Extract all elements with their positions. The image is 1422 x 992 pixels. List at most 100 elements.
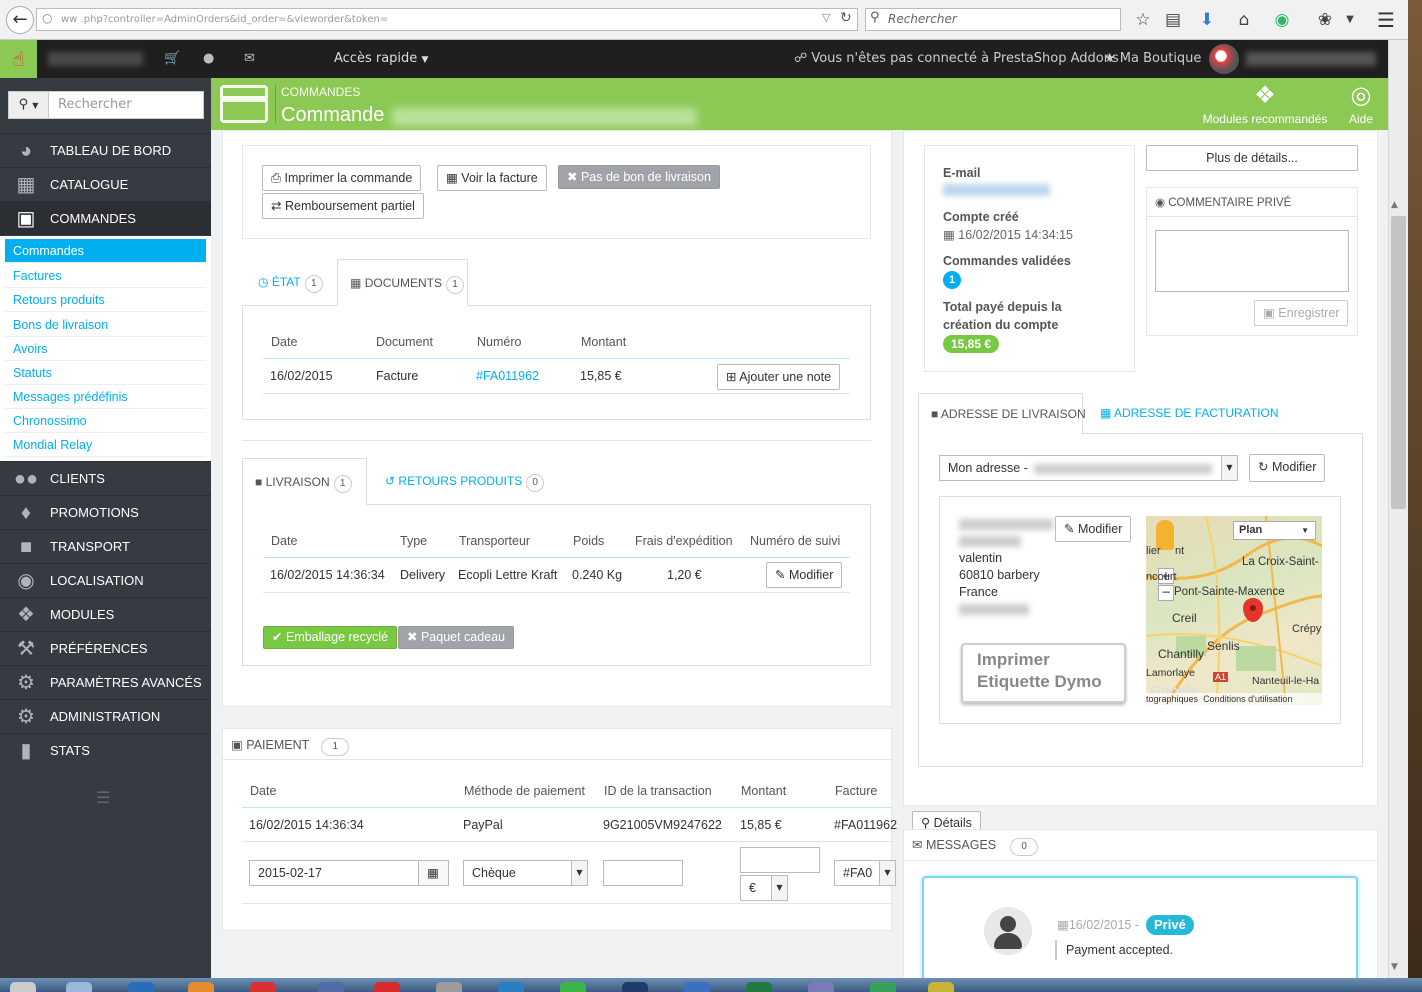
reload-icon[interactable]: ↻ xyxy=(840,10,852,26)
sidebar-search-input[interactable]: Rechercher xyxy=(58,92,132,118)
extension-icon[interactable]: ❀ xyxy=(1313,8,1337,32)
calendar-icon[interactable]: ▦ xyxy=(418,860,449,886)
submenu-item-returns[interactable]: Retours produits xyxy=(5,288,206,312)
save-comment-button[interactable]: ▣ Enregistrer xyxy=(1254,300,1349,326)
taskbar-app-icon[interactable] xyxy=(128,982,154,992)
private-comment-textarea[interactable] xyxy=(1155,230,1349,292)
zoom-out-icon[interactable]: − xyxy=(1158,585,1174,601)
taskbar-app-icon[interactable] xyxy=(870,982,896,992)
url-bar[interactable]: ww .php?controller=AdminOrders&id_order=… xyxy=(36,8,858,31)
my-shop-link[interactable]: ★ Ma Boutique xyxy=(1104,40,1201,78)
help-button[interactable]: ◎ Aide xyxy=(1342,80,1380,128)
taskbar-app-icon[interactable] xyxy=(374,982,400,992)
chevron-down-icon[interactable]: ▼ xyxy=(771,876,787,900)
taskbar-app-icon[interactable] xyxy=(10,982,36,992)
menu-item-advanced-parameters[interactable]: ⚙ PARAMÈTRES AVANCÉS xyxy=(0,665,211,699)
tab-delivery-address[interactable]: ■ ADRESSE DE LIVRAISON xyxy=(918,393,1086,434)
page-scrollbar[interactable] xyxy=(1388,40,1408,978)
prestashop-logo-icon[interactable]: ☝ xyxy=(0,40,37,78)
menu-item-localization[interactable]: ◉ LOCALISATION xyxy=(0,563,211,597)
tab-product-returns[interactable]: ↺ RETOURS PRODUITS 0 xyxy=(373,458,556,504)
address-select[interactable]: Mon adresse - xyxy=(939,455,1238,481)
submenu-item-credit-slips[interactable]: Avoirs xyxy=(5,337,206,361)
invoice-number-link[interactable]: #FA011962 xyxy=(476,369,539,383)
taskbar-app-icon[interactable] xyxy=(498,982,524,992)
taskbar-app-icon[interactable] xyxy=(188,982,214,992)
scroll-down-icon[interactable]: ▼ xyxy=(1391,962,1398,972)
tab-delivery[interactable]: ■ LIVRAISON 1 xyxy=(242,458,367,505)
taskbar-app-icon[interactable] xyxy=(318,982,344,992)
dropdown-arrow-icon[interactable]: ▽ xyxy=(822,11,830,24)
menu-item-modules[interactable]: ❖ MODULES xyxy=(0,597,211,631)
addon-icon[interactable]: ◉ xyxy=(1270,8,1294,32)
taskbar-app-icon[interactable] xyxy=(684,982,710,992)
chevron-down-icon[interactable]: ▼ xyxy=(1221,456,1237,480)
submenu-item-invoices[interactable]: Factures xyxy=(5,264,206,288)
taskbar-app-icon[interactable] xyxy=(928,982,954,992)
reading-list-icon[interactable]: ▤ xyxy=(1161,8,1185,32)
taskbar-app-icon[interactable] xyxy=(436,982,462,992)
chevron-down-icon[interactable]: ▼ xyxy=(879,861,895,885)
user-icon[interactable]: ● xyxy=(203,40,214,78)
taskbar-app-icon[interactable] xyxy=(622,982,648,992)
avatar[interactable] xyxy=(1209,44,1239,74)
tab-delivery-label: LIVRAISON xyxy=(265,475,330,489)
taskbar-app-icon[interactable] xyxy=(808,982,834,992)
map-type-select[interactable]: Plan ▼ xyxy=(1233,521,1316,540)
payment-date-input[interactable]: 2015-02-17 xyxy=(249,860,419,886)
submenu-item-orders[interactable]: Commandes xyxy=(5,239,206,263)
tab-documents[interactable]: ▦ DOCUMENTS 1 xyxy=(337,259,468,306)
more-details-button[interactable]: Plus de détails... xyxy=(1146,145,1358,171)
collapse-menu-icon[interactable]: ☰ xyxy=(96,788,110,807)
cart-icon[interactable]: 🛒 xyxy=(164,40,180,78)
chevron-down-icon[interactable]: ▼ xyxy=(571,861,587,885)
download-icon[interactable]: ⬇ xyxy=(1195,8,1219,32)
menu-item-catalog[interactable]: ▦ CATALOGUE xyxy=(0,167,211,201)
menu-item-stats[interactable]: ▮ STATS xyxy=(0,733,211,767)
menu-item-promotions[interactable]: ♦ PROMOTIONS xyxy=(0,495,211,529)
payment-method-select[interactable]: Chèque xyxy=(463,860,588,886)
scroll-up-icon[interactable]: ▲ xyxy=(1391,200,1398,210)
menu-item-customers[interactable]: ●● CLIENTS xyxy=(0,461,211,495)
taskbar-app-icon[interactable] xyxy=(250,982,276,992)
edit-address-button[interactable]: ✎ Modifier xyxy=(1055,516,1132,542)
print-order-button[interactable]: ⎙ Imprimer la commande xyxy=(262,165,422,191)
addons-link[interactable]: ☍ Vous n'êtes pas connecté à PrestaShop … xyxy=(794,40,1119,78)
browser-search-input[interactable]: Rechercher xyxy=(865,8,1121,31)
submenu-item-messages[interactable]: Messages prédéfinis xyxy=(5,385,206,409)
tab-invoice-address[interactable]: ▦ ADRESSE DE FACTURATION xyxy=(1088,393,1290,434)
taskbar-app-icon[interactable] xyxy=(66,982,92,992)
home-icon[interactable]: ⌂ xyxy=(1232,8,1256,32)
tab-state[interactable]: ◷ ÉTAT 1 xyxy=(246,259,335,305)
recommended-modules-button[interactable]: ❖ Modules recommandés xyxy=(1197,80,1333,128)
add-note-button[interactable]: ⊞ Ajouter une note xyxy=(717,364,841,390)
menu-item-preferences[interactable]: ⚒ PRÉFÉRENCES xyxy=(0,631,211,665)
chevron-down-icon[interactable]: ▼ xyxy=(1338,8,1362,32)
search-icon[interactable]: ⚲ ▼ xyxy=(9,92,49,118)
menu-item-administration[interactable]: ⚙ ADMINISTRATION xyxy=(0,699,211,733)
print-dymo-label-button[interactable]: Imprimer Etiquette Dymo xyxy=(961,643,1126,703)
star-icon[interactable]: ☆ xyxy=(1131,8,1155,32)
menu-item-orders[interactable]: ▣ COMMANDES xyxy=(0,201,211,235)
change-address-button[interactable]: ↻ Modifier xyxy=(1249,454,1326,482)
submenu-item-statuses[interactable]: Statuts xyxy=(5,361,206,385)
transaction-id-input[interactable] xyxy=(603,860,683,886)
amount-input[interactable] xyxy=(740,847,820,873)
scroll-thumb[interactable] xyxy=(1391,216,1406,509)
taskbar-app-icon[interactable] xyxy=(746,982,772,992)
view-invoice-button[interactable]: ▦ Voir la facture xyxy=(437,165,547,191)
breadcrumb[interactable]: COMMANDES xyxy=(281,85,360,99)
menu-item-dashboard[interactable]: ◕ TABLEAU DE BORD xyxy=(0,133,211,167)
taskbar-app-icon[interactable] xyxy=(560,982,586,992)
submenu-item-mondial-relay[interactable]: Mondial Relay xyxy=(5,433,206,457)
quick-access-menu[interactable]: Accès rapide ▼ xyxy=(334,40,428,78)
partial-refund-button[interactable]: ⇄ Remboursement partiel xyxy=(262,193,424,219)
edit-tracking-button[interactable]: ✎ Modifier xyxy=(766,562,843,588)
menu-item-shipping[interactable]: ■ TRANSPORT xyxy=(0,529,211,563)
back-arrow-icon[interactable]: ← xyxy=(6,6,34,34)
submenu-item-delivery-slips[interactable]: Bons de livraison xyxy=(5,313,206,337)
map-terms-link[interactable]: Conditions d'utilisation xyxy=(1203,694,1292,704)
browser-menu-icon[interactable]: ☰ xyxy=(1374,7,1398,33)
submenu-item-chronossimo[interactable]: Chronossimo xyxy=(5,409,206,433)
envelope-icon[interactable]: ✉ xyxy=(244,40,255,78)
